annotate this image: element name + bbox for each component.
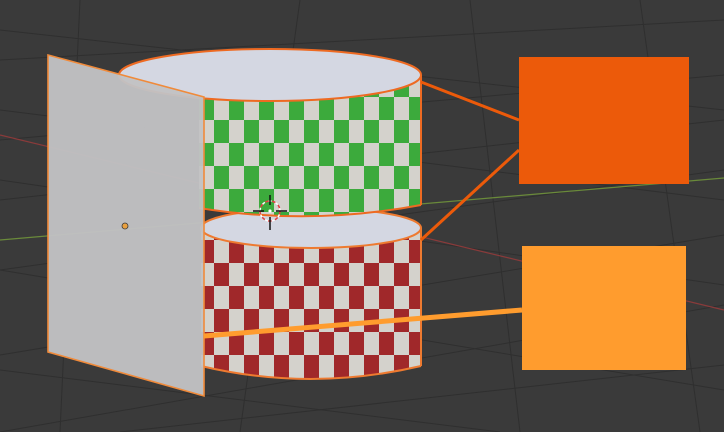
3d-viewport[interactable] bbox=[0, 0, 724, 432]
object-origin-icon bbox=[121, 222, 129, 230]
active-outline-color-swatch bbox=[519, 57, 689, 184]
selected-outline-color-swatch bbox=[522, 246, 686, 370]
callout-leaders-active bbox=[419, 80, 521, 242]
plane[interactable] bbox=[47, 53, 205, 398]
checker-cylinder-bottom[interactable] bbox=[200, 207, 422, 380]
